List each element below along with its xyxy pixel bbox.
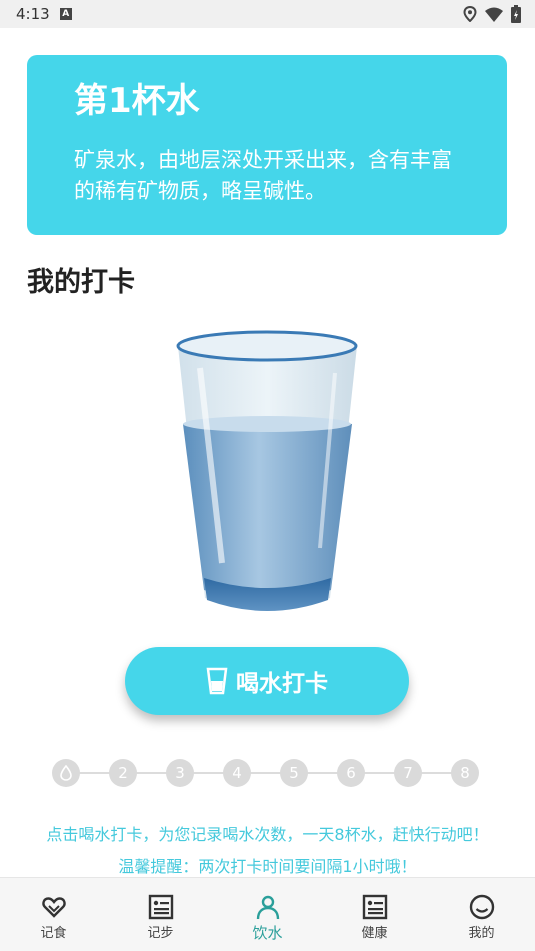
progress-step-2: 2 — [109, 759, 137, 787]
progress-step-4: 4 — [223, 759, 251, 787]
water-glass-image — [176, 330, 358, 611]
tab-label-profile: 我的 — [468, 926, 495, 941]
tab-label-food: 记食 — [40, 926, 67, 941]
progress-step-3: 3 — [166, 759, 194, 787]
progress-step-1 — [52, 759, 80, 787]
report-icon — [362, 894, 387, 920]
person-icon — [256, 895, 279, 920]
progress-step-5: 5 — [280, 759, 308, 787]
cup-icon — [206, 667, 228, 695]
status-bar: 4:13 A — [0, 0, 535, 28]
smile-icon — [469, 894, 494, 920]
bottom-tab-bar: 记食 记步 饮水 健康 我的 — [0, 877, 535, 951]
tab-health[interactable]: 健康 — [330, 878, 420, 951]
drink-checkin-button[interactable]: 喝水打卡 — [125, 647, 409, 715]
heart-icon — [41, 897, 66, 918]
section-title: 我的打卡 — [27, 267, 135, 298]
progress-step-8: 8 — [451, 759, 479, 787]
progress-step-7: 7 — [394, 759, 422, 787]
card-description: 矿泉水，由地层深处开采出来，含有丰富的稀有矿物质，略呈碱性。 — [74, 148, 452, 203]
checkin-progress: 2 3 4 5 6 7 8 — [52, 758, 482, 788]
tab-label-health: 健康 — [361, 926, 388, 941]
water-drop-icon — [60, 765, 72, 781]
water-info-card: 第1杯水 矿泉水，由地层深处开采出来，含有丰富的稀有矿物质，略呈碱性。 — [27, 55, 507, 235]
tab-label-steps: 记步 — [147, 926, 174, 941]
tab-label-water: 饮水 — [252, 924, 283, 942]
hint-text-2: 温馨提醒：两次打卡时间要间隔1小时哦！ — [118, 857, 417, 876]
progress-step-6: 6 — [337, 759, 365, 787]
status-time: 4:13 — [16, 5, 50, 23]
list-icon — [148, 894, 173, 920]
wifi-icon — [485, 7, 503, 22]
tab-food[interactable]: 记食 — [9, 878, 99, 951]
notification-icon: A — [59, 8, 72, 20]
hint-text-1: 点击喝水打卡，为您记录喝水次数，一天8杯水，赶快行动吧！ — [46, 825, 489, 844]
tab-steps[interactable]: 记步 — [116, 878, 206, 951]
checkin-button-label: 喝水打卡 — [236, 671, 328, 697]
card-title: 第1杯水 — [74, 81, 200, 121]
location-icon — [463, 6, 477, 22]
tab-profile[interactable]: 我的 — [437, 878, 527, 951]
tab-water[interactable]: 饮水 — [223, 878, 313, 951]
battery-icon — [511, 5, 521, 23]
